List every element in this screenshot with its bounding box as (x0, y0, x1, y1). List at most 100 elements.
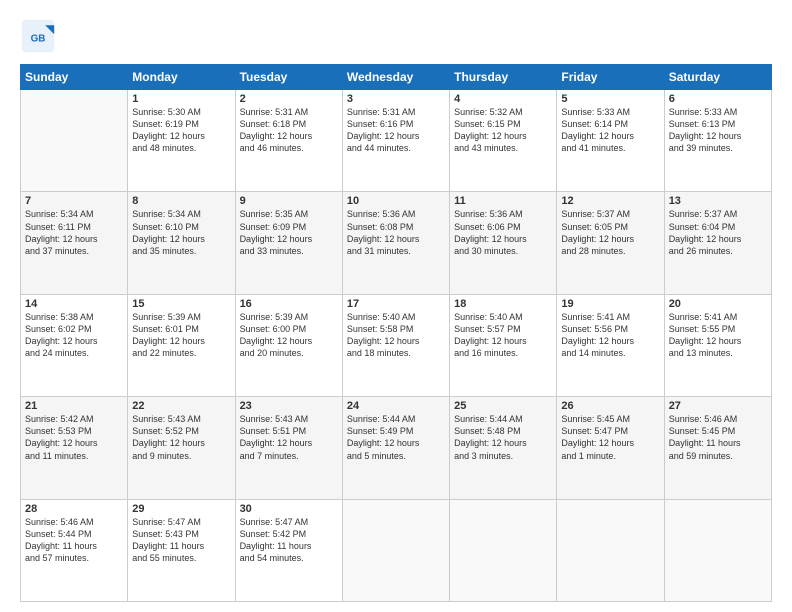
day-info: Sunrise: 5:41 AM Sunset: 5:56 PM Dayligh… (561, 311, 659, 360)
page: GB SundayMondayTuesdayWednesdayThursdayF… (0, 0, 792, 612)
weekday-header-friday: Friday (557, 65, 664, 90)
day-number: 23 (240, 400, 338, 412)
weekday-header-sunday: Sunday (21, 65, 128, 90)
logo-icon: GB (20, 18, 56, 54)
day-info: Sunrise: 5:43 AM Sunset: 5:51 PM Dayligh… (240, 413, 338, 462)
day-info: Sunrise: 5:32 AM Sunset: 6:15 PM Dayligh… (454, 106, 552, 155)
calendar-cell: 23Sunrise: 5:43 AM Sunset: 5:51 PM Dayli… (235, 397, 342, 499)
day-info: Sunrise: 5:30 AM Sunset: 6:19 PM Dayligh… (132, 106, 230, 155)
day-info: Sunrise: 5:39 AM Sunset: 6:01 PM Dayligh… (132, 311, 230, 360)
calendar-cell: 8Sunrise: 5:34 AM Sunset: 6:10 PM Daylig… (128, 192, 235, 294)
day-info: Sunrise: 5:37 AM Sunset: 6:05 PM Dayligh… (561, 208, 659, 257)
calendar-cell: 4Sunrise: 5:32 AM Sunset: 6:15 PM Daylig… (450, 90, 557, 192)
day-number: 14 (25, 298, 123, 310)
day-number: 13 (669, 195, 767, 207)
day-number: 1 (132, 93, 230, 105)
day-info: Sunrise: 5:36 AM Sunset: 6:08 PM Dayligh… (347, 208, 445, 257)
calendar-cell (450, 499, 557, 601)
day-number: 12 (561, 195, 659, 207)
calendar-cell: 18Sunrise: 5:40 AM Sunset: 5:57 PM Dayli… (450, 294, 557, 396)
day-info: Sunrise: 5:44 AM Sunset: 5:49 PM Dayligh… (347, 413, 445, 462)
day-number: 18 (454, 298, 552, 310)
calendar-cell (21, 90, 128, 192)
calendar-cell: 27Sunrise: 5:46 AM Sunset: 5:45 PM Dayli… (664, 397, 771, 499)
weekday-header-saturday: Saturday (664, 65, 771, 90)
day-info: Sunrise: 5:47 AM Sunset: 5:42 PM Dayligh… (240, 516, 338, 565)
day-number: 24 (347, 400, 445, 412)
calendar-cell: 25Sunrise: 5:44 AM Sunset: 5:48 PM Dayli… (450, 397, 557, 499)
calendar-cell: 9Sunrise: 5:35 AM Sunset: 6:09 PM Daylig… (235, 192, 342, 294)
day-number: 8 (132, 195, 230, 207)
day-number: 16 (240, 298, 338, 310)
day-number: 29 (132, 503, 230, 515)
calendar-cell: 1Sunrise: 5:30 AM Sunset: 6:19 PM Daylig… (128, 90, 235, 192)
day-info: Sunrise: 5:31 AM Sunset: 6:16 PM Dayligh… (347, 106, 445, 155)
day-number: 17 (347, 298, 445, 310)
day-number: 5 (561, 93, 659, 105)
day-number: 9 (240, 195, 338, 207)
day-info: Sunrise: 5:36 AM Sunset: 6:06 PM Dayligh… (454, 208, 552, 257)
day-info: Sunrise: 5:47 AM Sunset: 5:43 PM Dayligh… (132, 516, 230, 565)
calendar-cell: 10Sunrise: 5:36 AM Sunset: 6:08 PM Dayli… (342, 192, 449, 294)
calendar-cell: 16Sunrise: 5:39 AM Sunset: 6:00 PM Dayli… (235, 294, 342, 396)
day-number: 19 (561, 298, 659, 310)
svg-text:GB: GB (31, 33, 46, 44)
calendar-cell (557, 499, 664, 601)
week-row-3: 14Sunrise: 5:38 AM Sunset: 6:02 PM Dayli… (21, 294, 772, 396)
day-number: 2 (240, 93, 338, 105)
day-info: Sunrise: 5:33 AM Sunset: 6:14 PM Dayligh… (561, 106, 659, 155)
weekday-header-monday: Monday (128, 65, 235, 90)
day-info: Sunrise: 5:46 AM Sunset: 5:44 PM Dayligh… (25, 516, 123, 565)
week-row-4: 21Sunrise: 5:42 AM Sunset: 5:53 PM Dayli… (21, 397, 772, 499)
day-number: 22 (132, 400, 230, 412)
day-info: Sunrise: 5:38 AM Sunset: 6:02 PM Dayligh… (25, 311, 123, 360)
day-info: Sunrise: 5:43 AM Sunset: 5:52 PM Dayligh… (132, 413, 230, 462)
calendar-cell (342, 499, 449, 601)
day-number: 28 (25, 503, 123, 515)
day-info: Sunrise: 5:34 AM Sunset: 6:10 PM Dayligh… (132, 208, 230, 257)
day-number: 25 (454, 400, 552, 412)
day-number: 6 (669, 93, 767, 105)
calendar-table: SundayMondayTuesdayWednesdayThursdayFrid… (20, 64, 772, 602)
weekday-header-tuesday: Tuesday (235, 65, 342, 90)
day-info: Sunrise: 5:31 AM Sunset: 6:18 PM Dayligh… (240, 106, 338, 155)
calendar-cell: 22Sunrise: 5:43 AM Sunset: 5:52 PM Dayli… (128, 397, 235, 499)
logo: GB (20, 18, 60, 54)
calendar-cell: 6Sunrise: 5:33 AM Sunset: 6:13 PM Daylig… (664, 90, 771, 192)
calendar-cell: 24Sunrise: 5:44 AM Sunset: 5:49 PM Dayli… (342, 397, 449, 499)
day-info: Sunrise: 5:35 AM Sunset: 6:09 PM Dayligh… (240, 208, 338, 257)
calendar-cell: 26Sunrise: 5:45 AM Sunset: 5:47 PM Dayli… (557, 397, 664, 499)
day-info: Sunrise: 5:40 AM Sunset: 5:58 PM Dayligh… (347, 311, 445, 360)
week-row-2: 7Sunrise: 5:34 AM Sunset: 6:11 PM Daylig… (21, 192, 772, 294)
weekday-header-wednesday: Wednesday (342, 65, 449, 90)
calendar-cell (664, 499, 771, 601)
day-info: Sunrise: 5:42 AM Sunset: 5:53 PM Dayligh… (25, 413, 123, 462)
day-info: Sunrise: 5:44 AM Sunset: 5:48 PM Dayligh… (454, 413, 552, 462)
header: GB (20, 18, 772, 54)
day-info: Sunrise: 5:45 AM Sunset: 5:47 PM Dayligh… (561, 413, 659, 462)
day-info: Sunrise: 5:34 AM Sunset: 6:11 PM Dayligh… (25, 208, 123, 257)
day-info: Sunrise: 5:41 AM Sunset: 5:55 PM Dayligh… (669, 311, 767, 360)
calendar-cell: 5Sunrise: 5:33 AM Sunset: 6:14 PM Daylig… (557, 90, 664, 192)
day-number: 26 (561, 400, 659, 412)
day-info: Sunrise: 5:46 AM Sunset: 5:45 PM Dayligh… (669, 413, 767, 462)
weekday-header-thursday: Thursday (450, 65, 557, 90)
weekday-header-row: SundayMondayTuesdayWednesdayThursdayFrid… (21, 65, 772, 90)
calendar-cell: 3Sunrise: 5:31 AM Sunset: 6:16 PM Daylig… (342, 90, 449, 192)
calendar-cell: 29Sunrise: 5:47 AM Sunset: 5:43 PM Dayli… (128, 499, 235, 601)
day-number: 20 (669, 298, 767, 310)
day-number: 11 (454, 195, 552, 207)
day-info: Sunrise: 5:40 AM Sunset: 5:57 PM Dayligh… (454, 311, 552, 360)
week-row-1: 1Sunrise: 5:30 AM Sunset: 6:19 PM Daylig… (21, 90, 772, 192)
calendar-cell: 20Sunrise: 5:41 AM Sunset: 5:55 PM Dayli… (664, 294, 771, 396)
calendar-cell: 7Sunrise: 5:34 AM Sunset: 6:11 PM Daylig… (21, 192, 128, 294)
calendar-cell: 14Sunrise: 5:38 AM Sunset: 6:02 PM Dayli… (21, 294, 128, 396)
calendar-cell: 17Sunrise: 5:40 AM Sunset: 5:58 PM Dayli… (342, 294, 449, 396)
day-info: Sunrise: 5:39 AM Sunset: 6:00 PM Dayligh… (240, 311, 338, 360)
day-number: 30 (240, 503, 338, 515)
day-number: 10 (347, 195, 445, 207)
day-number: 21 (25, 400, 123, 412)
calendar-cell: 28Sunrise: 5:46 AM Sunset: 5:44 PM Dayli… (21, 499, 128, 601)
calendar-cell: 13Sunrise: 5:37 AM Sunset: 6:04 PM Dayli… (664, 192, 771, 294)
calendar-cell: 30Sunrise: 5:47 AM Sunset: 5:42 PM Dayli… (235, 499, 342, 601)
